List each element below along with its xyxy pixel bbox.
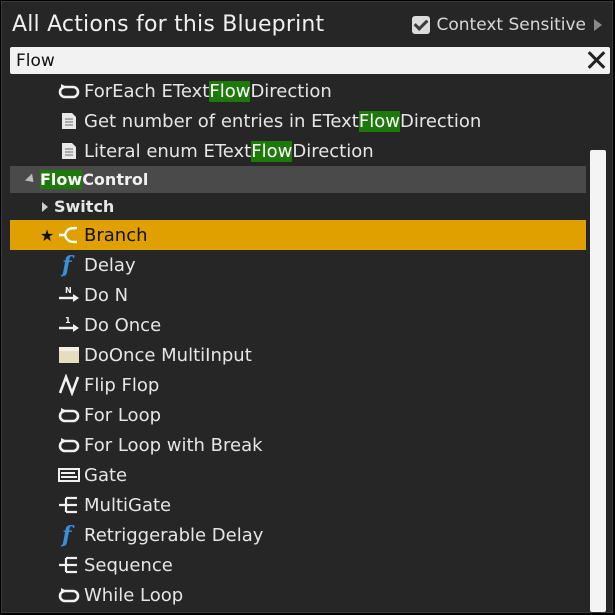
do-n-icon: N bbox=[56, 282, 82, 308]
list-item[interactable]: ★ Branch bbox=[10, 220, 586, 250]
action-list: ForEach EText Flow Direction Get number of … bbox=[2, 76, 602, 612]
list-item[interactable]: Gate bbox=[10, 460, 586, 490]
loop-icon bbox=[56, 402, 82, 428]
item-label-suffix: Direction bbox=[292, 140, 374, 162]
search-highlight: Flow bbox=[40, 170, 83, 189]
collapse-arrow-icon[interactable] bbox=[24, 173, 38, 186]
svg-text:1: 1 bbox=[65, 316, 71, 325]
subcategory-label: Switch bbox=[54, 197, 115, 216]
list-item[interactable]: While Loop bbox=[10, 580, 586, 610]
scrollbar[interactable] bbox=[590, 150, 606, 612]
context-sensitive-checkbox[interactable] bbox=[412, 16, 431, 34]
search-highlight: Flow bbox=[358, 110, 400, 132]
item-label-prefix: ForEach EText bbox=[84, 80, 210, 102]
item-label: DoOnce MultiInput bbox=[84, 344, 252, 366]
category-label-suffix: Control bbox=[82, 170, 149, 189]
category-flow-control[interactable]: Flow Control bbox=[10, 166, 586, 193]
function-icon: f bbox=[56, 522, 82, 548]
svg-text:f: f bbox=[60, 253, 75, 277]
list-item[interactable]: N Do N bbox=[10, 280, 586, 310]
expand-arrow-icon[interactable] bbox=[594, 19, 602, 31]
list-item[interactable]: For Loop bbox=[10, 400, 586, 430]
item-label: Branch bbox=[84, 224, 148, 246]
item-label: Do N bbox=[84, 284, 129, 306]
list-item[interactable]: For Loop with Break bbox=[10, 430, 586, 460]
item-label-prefix: Get number of entries in EText bbox=[84, 110, 359, 132]
document-icon bbox=[56, 138, 82, 164]
branch-icon bbox=[56, 222, 82, 248]
item-label: For Loop with Break bbox=[84, 434, 263, 456]
item-label: Flip Flop bbox=[84, 374, 160, 396]
svg-text:N: N bbox=[65, 286, 72, 295]
document-icon bbox=[56, 108, 82, 134]
clear-search-icon[interactable] bbox=[586, 50, 606, 70]
function-icon: f bbox=[56, 252, 82, 278]
action-menu-panel: All Actions for this Blueprint Context S… bbox=[1, 1, 613, 613]
item-label-suffix: Direction bbox=[399, 110, 482, 132]
item-label: Gate bbox=[84, 464, 128, 486]
list-item[interactable]: Sequence bbox=[10, 550, 586, 580]
search-highlight: Flow bbox=[209, 80, 251, 102]
do-once-icon: 1 bbox=[56, 312, 82, 338]
gate-icon bbox=[56, 462, 82, 488]
item-label: Retriggerable Delay bbox=[84, 524, 264, 546]
item-label: For Loop bbox=[84, 404, 162, 426]
multigate-icon bbox=[56, 492, 82, 518]
list-item[interactable]: Literal enum EText Flow Direction bbox=[10, 136, 586, 166]
item-label: Delay bbox=[84, 254, 136, 276]
favorite-star-icon[interactable]: ★ bbox=[38, 226, 56, 245]
item-label: Do Once bbox=[84, 314, 162, 336]
expand-arrow-icon[interactable] bbox=[42, 201, 48, 212]
list-item[interactable]: Flip Flop bbox=[10, 370, 586, 400]
macro-node-icon bbox=[56, 342, 82, 368]
item-label: MultiGate bbox=[84, 494, 172, 516]
loop-icon bbox=[56, 582, 82, 608]
loop-icon bbox=[56, 78, 82, 104]
search-highlight: Flow bbox=[251, 140, 293, 162]
item-label-suffix: Direction bbox=[250, 80, 332, 102]
subcategory-switch[interactable]: Switch bbox=[10, 193, 586, 220]
item-label-prefix: Literal enum EText bbox=[84, 140, 252, 162]
list-item[interactable]: MultiGate bbox=[10, 490, 586, 520]
sequence-icon bbox=[56, 552, 82, 578]
list-item[interactable]: DoOnce MultiInput bbox=[10, 340, 586, 370]
context-sensitive-toggle[interactable]: Context Sensitive bbox=[412, 14, 602, 36]
context-sensitive-label: Context Sensitive bbox=[436, 15, 586, 35]
list-item[interactable]: f Retriggerable Delay bbox=[10, 520, 586, 550]
list-item[interactable]: Get number of entries in EText Flow Direct… bbox=[10, 106, 586, 136]
list-item[interactable]: ForEach EText Flow Direction bbox=[10, 76, 586, 106]
item-label: While Loop bbox=[84, 584, 184, 606]
search-input[interactable] bbox=[10, 47, 570, 74]
header: All Actions for this Blueprint Context S… bbox=[2, 2, 612, 46]
item-label: Sequence bbox=[84, 554, 173, 576]
list-item[interactable]: 1 Do Once bbox=[10, 310, 586, 340]
search-box bbox=[10, 47, 610, 74]
svg-text:f: f bbox=[60, 523, 75, 547]
panel-title: All Actions for this Blueprint bbox=[12, 12, 325, 37]
list-item[interactable]: f Delay bbox=[10, 250, 586, 280]
flip-flop-icon bbox=[56, 372, 82, 398]
loop-icon bbox=[56, 432, 82, 458]
